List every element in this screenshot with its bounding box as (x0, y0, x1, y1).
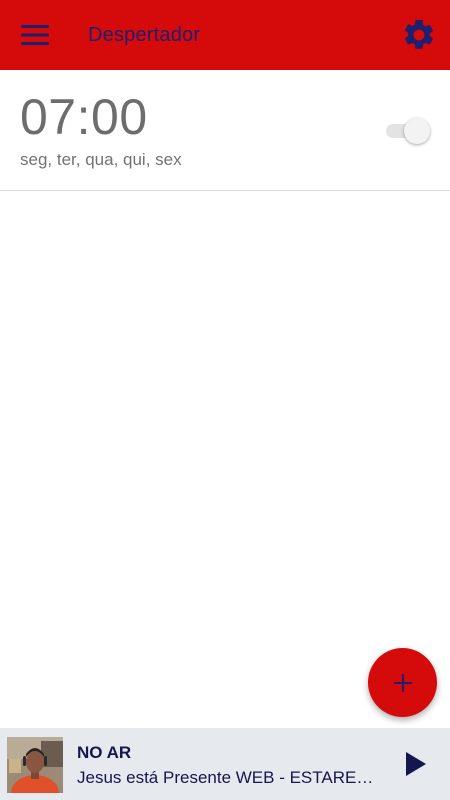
hamburger-menu-icon (21, 25, 49, 45)
play-icon (406, 752, 426, 776)
alarm-time: 07:00 (20, 89, 148, 145)
live-status-label: NO AR (77, 743, 132, 762)
app-bar: Despertador (0, 0, 450, 70)
settings-button[interactable] (400, 16, 438, 54)
host-photo (7, 737, 63, 793)
alarm-screen: Despertador 07:00 seg, ter, qua, qui, se… (0, 0, 450, 800)
now-playing-title: Jesus está Presente WEB - ESTAREMOS (77, 768, 385, 787)
alarm-enable-toggle[interactable] (384, 118, 432, 144)
toggle-thumb (404, 118, 430, 144)
play-button[interactable] (398, 746, 434, 782)
gear-icon (404, 19, 434, 49)
menu-button[interactable] (14, 14, 56, 56)
add-alarm-button[interactable] (368, 648, 437, 717)
mini-player[interactable]: NO AR Jesus está Presente WEB - ESTAREMO… (0, 728, 450, 800)
alarm-list-item[interactable]: 07:00 seg, ter, qua, qui, sex (0, 70, 450, 191)
alarm-days: seg, ter, qua, qui, sex (20, 150, 182, 169)
plus-icon (393, 673, 412, 692)
page-title: Despertador (88, 24, 201, 46)
